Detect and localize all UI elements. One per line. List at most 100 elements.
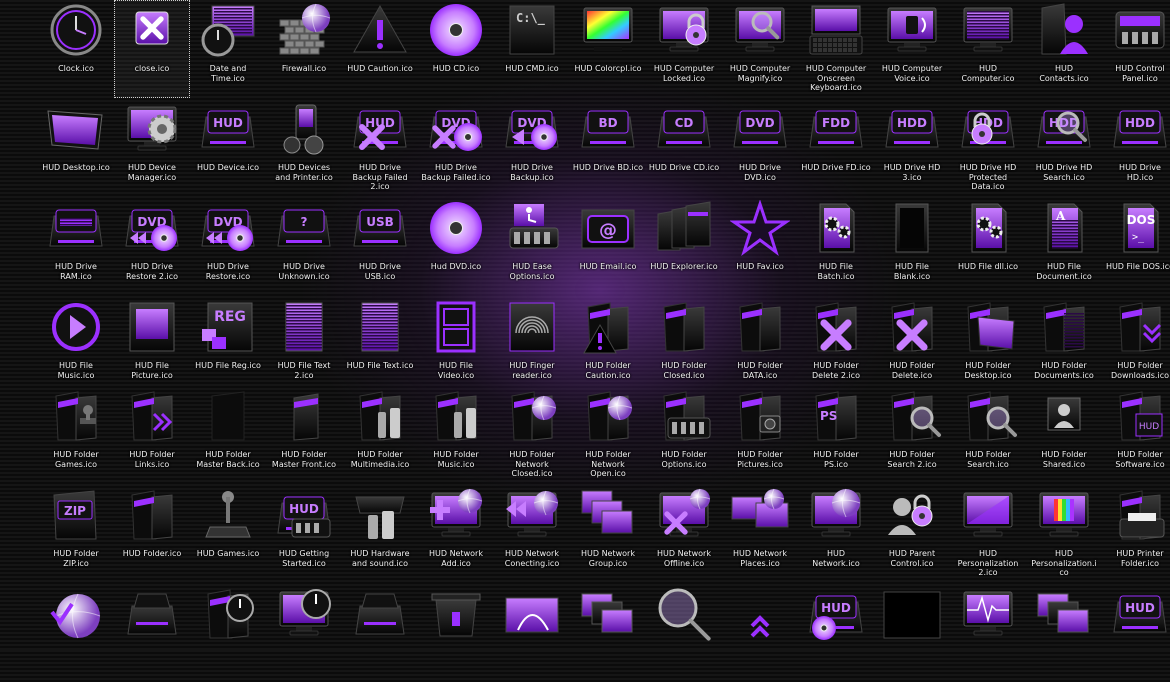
icon-tile-hud-folder-options[interactable]: HUD Folder Options.ico [646, 386, 722, 484]
icon-tile-hud-fav[interactable]: HUD Fav.ico [722, 198, 798, 296]
icon-tile-hud-folder[interactable]: HUD Folder.ico [114, 485, 190, 583]
icon-tile-hud-colorcpl[interactable]: HUD Colorcpl.ico [570, 0, 646, 98]
icon-tile-partial-icon[interactable] [0, 485, 38, 583]
icon-tile-hud-device[interactable]: HUD HUD Device.ico [190, 99, 266, 197]
icon-tile-hud-computer-voice[interactable]: HUD Computer Voice.ico [874, 0, 950, 98]
icon-tile-folder-clock-icon[interactable] [190, 584, 266, 682]
icon-tile-hud-computer[interactable]: HUD Computer.ico [950, 0, 1026, 98]
icon-tile-partial-icon[interactable] [0, 99, 38, 197]
icon-tile-windows-icon[interactable] [570, 584, 646, 682]
icon-tile-partial-icon[interactable] [0, 0, 38, 98]
icon-tile-hud-drive-backup[interactable]: DVD HUD Drive Backup.ico [494, 99, 570, 197]
icon-tile-hud-email[interactable]: @ HUD Email.ico [570, 198, 646, 296]
icon-tile-hud-drive-restore-2[interactable]: DVD HUD Drive Restore 2.ico [114, 198, 190, 296]
icon-tile-hud-computer-magnify[interactable]: HUD Computer Magnify.ico [722, 0, 798, 98]
icon-tile-hud-file-text[interactable]: HUD File Text.ico [342, 297, 418, 395]
icon-tile-hud-folder-shared[interactable]: HUD Folder Shared.ico [1026, 386, 1102, 484]
icon-tile-hud-devices-and-printer[interactable]: HUD Devices and Printer.ico [266, 99, 342, 197]
icon-tile-hud-contacts[interactable]: HUD Contacts.ico [1026, 0, 1102, 98]
icon-tile-hud-folder-master-front[interactable]: HUD Folder Master Front.ico [266, 386, 342, 484]
icon-tile-hud-drive-bd[interactable]: BD HUD Drive BD.ico [570, 99, 646, 197]
icon-tile-hud-network-conecting[interactable]: HUD Network Conecting.ico [494, 485, 570, 583]
icon-tile-hud-folder-games[interactable]: HUD Folder Games.ico [38, 386, 114, 484]
icon-tile-hud-device-manager[interactable]: HUD Device Manager.ico [114, 99, 190, 197]
icon-tile-hud-folder-music[interactable]: HUD Folder Music.ico [418, 386, 494, 484]
icon-tile-hud-drive-hd-protected-data[interactable]: HDD HUD Drive HD Protected Data.ico [950, 99, 1026, 197]
icon-tile-hud-folder-master-back[interactable]: HUD Folder Master Back.ico [190, 386, 266, 484]
icon-tile-hud-getting-started[interactable]: HUD HUD Getting Started.ico [266, 485, 342, 583]
icon-tile-satellite-icon[interactable] [494, 584, 570, 682]
icon-tile-hud-desktop[interactable]: HUD Desktop.ico [38, 99, 114, 197]
icon-tile-hud-folder-pictures[interactable]: HUD Folder Pictures.ico [722, 386, 798, 484]
icon-tile-drive-disc-icon[interactable]: HUD [798, 584, 874, 682]
icon-tile-hud-printer-folder[interactable]: HUD Printer Folder.ico [1102, 485, 1170, 583]
icon-tile-hud-drive-hd[interactable]: HDD HUD Drive HD.ico [1102, 99, 1170, 197]
icon-tile-hud-drive-dvd[interactable]: DVD HUD Drive DVD.ico [722, 99, 798, 197]
icon-tile-hud-drive-restore[interactable]: DVD HUD Drive Restore.ico [190, 198, 266, 296]
icon-tile-hud-network-group[interactable]: HUD Network Group.ico [570, 485, 646, 583]
icon-tile-hud-explorer[interactable]: HUD Explorer.ico [646, 198, 722, 296]
icon-tile-close[interactable]: close.ico [114, 0, 190, 98]
icon-tile-hud-computer-locked[interactable]: HUD Computer Locked.ico [646, 0, 722, 98]
icon-tile-hud-cmd[interactable]: C:\_ HUD CMD.ico [494, 0, 570, 98]
icon-tile-arrows-up-icon[interactable] [722, 584, 798, 682]
icon-tile-hud-file-video[interactable]: HUD File Video.ico [418, 297, 494, 395]
icon-tile-magnifier-icon[interactable] [646, 584, 722, 682]
icon-tile-hud-personalization-i-co[interactable]: HUD Personalization.i co [1026, 485, 1102, 583]
icon-tile-hud-folder-multimedia[interactable]: HUD Folder Multimedia.ico [342, 386, 418, 484]
icon-tile-hud-file-dll[interactable]: HUD File dll.ico [950, 198, 1026, 296]
icon-tile-hud-cd[interactable]: HUD CD.ico [418, 0, 494, 98]
icon-tile-hud-file-music[interactable]: HUD File Music.ico [38, 297, 114, 395]
icon-tile-globe-check-icon[interactable] [38, 584, 114, 682]
icon-tile-hud-ease-options[interactable]: HUD Ease Options.ico [494, 198, 570, 296]
icon-tile-date-and-time[interactable]: Date and Time.ico [190, 0, 266, 98]
icon-tile-hud-caution[interactable]: HUD Caution.ico [342, 0, 418, 98]
icon-tile-hud-folder-delete[interactable]: HUD Folder Delete.ico [874, 297, 950, 395]
icon-tile-black-screen-icon[interactable] [874, 584, 950, 682]
icon-tile-hud-parent-control[interactable]: HUD Parent Control.ico [874, 485, 950, 583]
icon-tile-hud-file-document[interactable]: A HUD File Document.ico [1026, 198, 1102, 296]
icon-tile-hud-folder-documents[interactable]: HUD Folder Documents.ico [1026, 297, 1102, 395]
icon-tile-hud-folder-delete-2[interactable]: HUD Folder Delete 2.ico [798, 297, 874, 395]
icon-tile-seat-icon[interactable] [342, 584, 418, 682]
icon-tile-hud-folder-network-open[interactable]: HUD Folder Network Open.ico [570, 386, 646, 484]
icon-tile-hud-network-places[interactable]: HUD Network Places.ico [722, 485, 798, 583]
icon-tile-drive-label-icon[interactable]: HUD [1102, 584, 1170, 682]
icon-tile-hud-hardware-and-sound[interactable]: HUD Hardware and sound.ico [342, 485, 418, 583]
icon-tile-hud-drive-ram[interactable]: HUD Drive RAM.ico [38, 198, 114, 296]
icon-tile-hud-drive-hd-search[interactable]: HDD HUD Drive HD Search.ico [1026, 99, 1102, 197]
icon-tile-firewall[interactable]: Firewall.ico [266, 0, 342, 98]
icon-tile-hud-folder-ps[interactable]: PS HUD Folder PS.ico [798, 386, 874, 484]
icon-tile-hud-drive-backup-failed-2[interactable]: HUD HUD Drive Backup Failed 2.ico [342, 99, 418, 197]
icon-tile-hud-file-dos[interactable]: DOS >_ HUD File DOS.ico [1102, 198, 1170, 296]
icon-tile-hud-computer-onscreen-keyboard[interactable]: HUD Computer Onscreen Keyboard.ico [798, 0, 874, 98]
icon-tile-hud-file-picture[interactable]: HUD File Picture.ico [114, 297, 190, 395]
icon-tile-hud-folder-closed[interactable]: HUD Folder Closed.ico [646, 297, 722, 395]
icon-tile-pulse-icon[interactable] [950, 584, 1026, 682]
icon-tile-partial-icon[interactable] [0, 297, 38, 395]
icon-tile-hud-folder-software[interactable]: HUD HUD Folder Software.ico [1102, 386, 1170, 484]
icon-tile-hud-file-batch[interactable]: HUD File Batch.ico [798, 198, 874, 296]
icon-tile-hud-drive-usb[interactable]: USB HUD Drive USB.ico [342, 198, 418, 296]
icon-tile-hud-dvd[interactable]: Hud DVD.ico [418, 198, 494, 296]
icon-tile-hud-drive-cd[interactable]: CD HUD Drive CD.ico [646, 99, 722, 197]
icon-tile-partial-icon[interactable] [0, 386, 38, 484]
icon-tile-hud-folder-downloads[interactable]: HUD Folder Downloads.ico [1102, 297, 1170, 395]
icon-tile-hud-file-reg[interactable]: REG HUD File Reg.ico [190, 297, 266, 395]
icon-tile-hud-network[interactable]: HUD Network.ico [798, 485, 874, 583]
icon-tile-hud-control-panel[interactable]: HUD Control Panel.ico [1102, 0, 1170, 98]
icon-tile-hud-folder-data[interactable]: HUD Folder DATA.ico [722, 297, 798, 395]
icon-tile-hud-drive-backup-failed[interactable]: DVD HUD Drive Backup Failed.ico [418, 99, 494, 197]
icon-tile-hud-drive-fd[interactable]: FDD HUD Drive FD.ico [798, 99, 874, 197]
icon-tile-recycle-icon[interactable] [418, 584, 494, 682]
icon-tile-hud-network-offline[interactable]: HUD Network Offline.ico [646, 485, 722, 583]
icon-tile-hud-folder-caution[interactable]: HUD Folder Caution.ico [570, 297, 646, 395]
icon-tile-partial-icon[interactable] [0, 584, 38, 682]
icon-tile-hud-personalization-2[interactable]: HUD Personalization 2.ico [950, 485, 1026, 583]
icon-tile-partial-icon[interactable] [0, 198, 38, 296]
icon-tile-windows-icon[interactable] [1026, 584, 1102, 682]
icon-tile-hud-folder-links[interactable]: HUD Folder Links.ico [114, 386, 190, 484]
icon-tile-seat-icon[interactable] [114, 584, 190, 682]
icon-tile-hud-folder-search-2[interactable]: HUD Folder Search 2.ico [874, 386, 950, 484]
icon-tile-hud-finger-reader[interactable]: HUD Finger reader.ico [494, 297, 570, 395]
